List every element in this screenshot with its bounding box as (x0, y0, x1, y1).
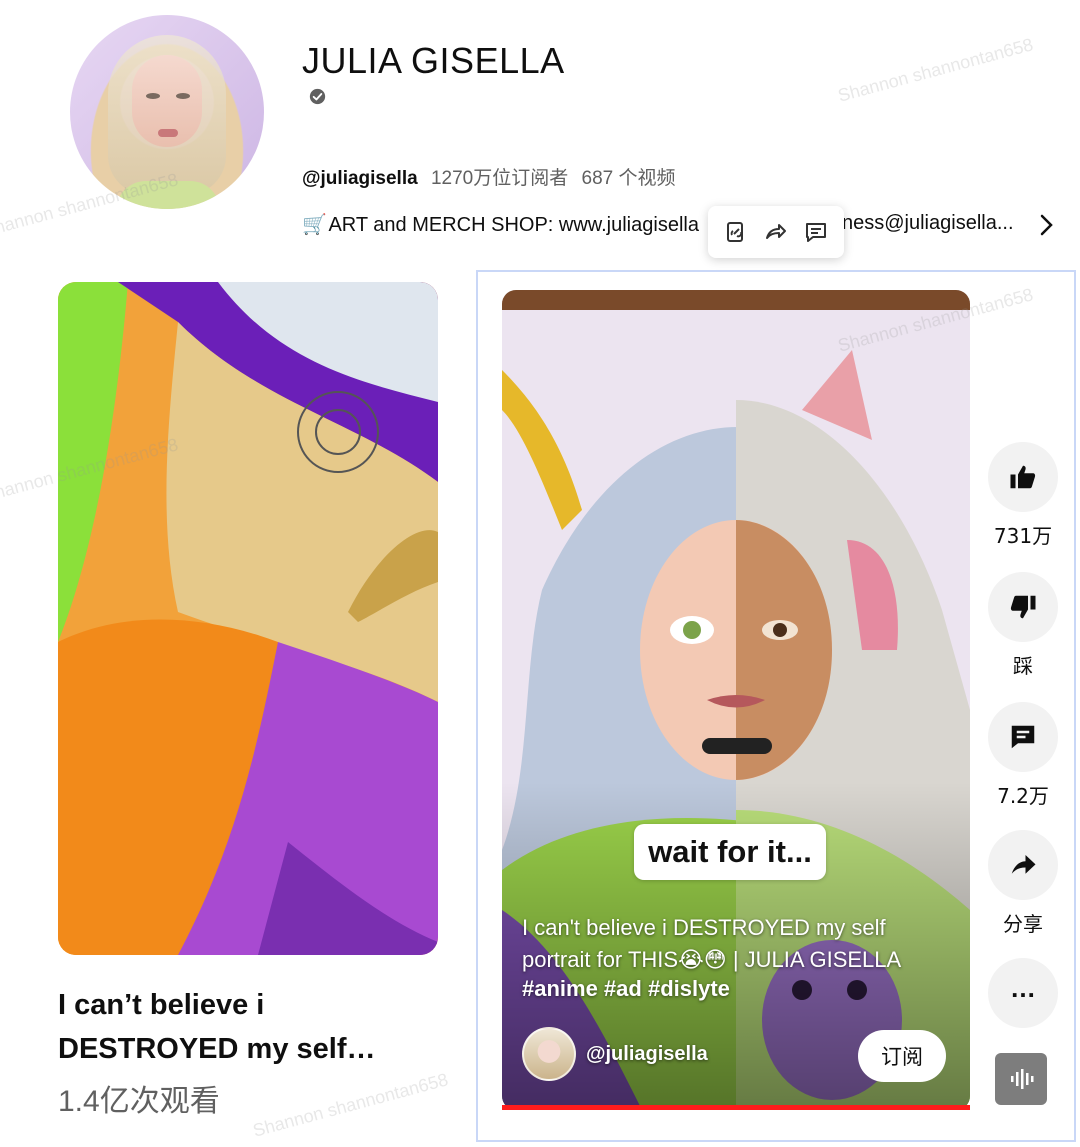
copy-link-icon[interactable] (723, 219, 749, 245)
painting-closeup-image (58, 282, 438, 955)
channel-avatar[interactable] (70, 15, 264, 209)
short-hashtags[interactable]: #anime #ad #dislyte (522, 976, 730, 1002)
share-button[interactable] (988, 830, 1058, 900)
short-title[interactable]: I can’t believe i DESTROYED my self… (58, 983, 438, 1071)
dislike-label: 踩 (1013, 654, 1033, 678)
short-view-count: 1.4亿次观看 (58, 1085, 220, 1118)
cart-icon: 🛒 (302, 214, 327, 236)
like-button[interactable] (988, 442, 1058, 512)
playback-progress-bar[interactable] (502, 1105, 970, 1110)
share-arrow-icon[interactable] (763, 219, 789, 245)
thumbs-up-icon (1010, 465, 1036, 489)
dislike-button[interactable] (988, 572, 1058, 642)
share-icon (1011, 855, 1036, 874)
watermark: Shannon shannontan658 (250, 1069, 451, 1141)
subscribe-button[interactable]: 订阅 (858, 1030, 946, 1082)
channel-description[interactable]: 🛒 ART and MERCH SHOP: www.juliagisella n… (302, 212, 1022, 237)
more-icon: … (1010, 972, 1036, 1003)
description-start: ART and MERCH SHOP: www.juliagisella (328, 214, 699, 236)
selection-toolbar (708, 206, 844, 258)
short-thumbnail[interactable] (58, 282, 438, 955)
comment-bubble-icon (1011, 725, 1035, 749)
channel-handle[interactable]: @juliagisella (302, 168, 418, 189)
comments-button[interactable] (988, 702, 1058, 772)
comment-icon[interactable] (803, 219, 829, 245)
subscriber-count: 1270万位订阅者 (430, 168, 569, 189)
overlay-caption: wait for it... (634, 824, 826, 880)
player-channel-handle[interactable]: @juliagisella (586, 1043, 708, 1066)
chevron-right-icon[interactable] (1036, 212, 1056, 238)
channel-meta: @juliagisella 1270万位订阅者 687 个视频 (302, 163, 676, 190)
video-count: 687 个视频 (581, 168, 676, 189)
short-video-title[interactable]: I can't believe i DESTROYED my self port… (522, 912, 942, 976)
comment-count: 7.2万 (997, 784, 1049, 808)
more-options-button[interactable]: … (988, 958, 1058, 1028)
thumbs-down-icon (1010, 595, 1036, 619)
sound-button[interactable] (995, 1053, 1047, 1105)
share-label: 分享 (1003, 912, 1043, 936)
channel-name: JULIA GISELLA (302, 40, 565, 81)
watermark: Shannon shannontan658 (835, 34, 1036, 106)
description-end: ness@juliagisella... (842, 212, 1014, 234)
audio-wave-icon (1011, 1069, 1034, 1089)
verified-badge-icon (309, 88, 326, 105)
like-count: 731万 (993, 524, 1053, 548)
player-channel-avatar[interactable] (522, 1027, 576, 1081)
